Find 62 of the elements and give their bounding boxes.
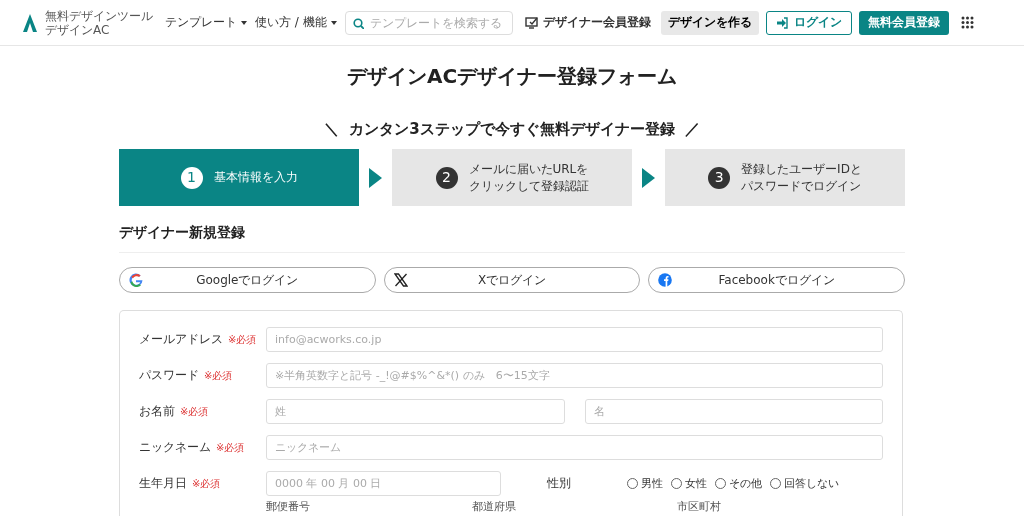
social-login-button[interactable]: Googleでログイン: [119, 267, 376, 293]
radio-label: 回答しない: [784, 476, 839, 491]
nav-menu[interactable]: テンプレート: [165, 14, 247, 31]
required-note: ※必須: [216, 440, 245, 455]
slash-mark: ＼: [324, 120, 340, 139]
date-field[interactable]: 0000 年 00 月 00 日: [266, 471, 501, 496]
radio-label: 女性: [685, 476, 707, 491]
step-text: 基本情報を入力: [213, 169, 298, 186]
step-text: パスワードでログイン: [741, 177, 862, 195]
page-title: デザインACデザイナー登録フォーム: [345, 63, 679, 90]
step-number: 1: [180, 166, 203, 189]
field-label: 市区町村: [677, 499, 723, 514]
step-text: クリックして登録認証: [468, 177, 589, 195]
radio-button[interactable]: [627, 478, 638, 489]
nav-menu[interactable]: 使い方 / 機能: [255, 14, 337, 31]
login-button[interactable]: ログイン: [765, 10, 852, 35]
x-logo-icon: [393, 273, 408, 287]
step-number: 3: [708, 166, 731, 189]
apps-grid-icon[interactable]: [960, 16, 974, 29]
tagline: カンタン3ステップで今すぐ無料デザイナー登録: [349, 120, 675, 139]
caret-icon: [241, 20, 247, 25]
logo-text: 無料デザインツール: [45, 8, 153, 23]
required-note: ※必須: [180, 404, 209, 419]
field-label: 性別: [547, 475, 571, 492]
input-field[interactable]: 姓: [266, 399, 565, 424]
google-icon: [129, 273, 143, 287]
social-login-button[interactable]: Facebookでログイン: [648, 267, 905, 293]
step-number: 2: [435, 166, 458, 189]
field-label: 郵便番号: [266, 499, 311, 514]
caret-icon: [330, 20, 337, 25]
field-label: お名前: [139, 403, 175, 420]
login-icon: [775, 16, 788, 29]
input-field[interactable]: ※半角英数字と記号 -_!@#$%^&*() のみ 6〜15文字: [266, 363, 883, 388]
step-text: 登録したユーザーIDと: [741, 160, 862, 178]
step-text: メールに届いたURLを: [468, 160, 589, 178]
social-login-button[interactable]: Xでログイン: [383, 267, 641, 293]
search-field[interactable]: テンプレートを検索する: [344, 10, 513, 35]
monitor-icon: [524, 16, 538, 29]
logo-text: デザインAC: [45, 22, 111, 37]
designer-register-link[interactable]: デザイナー会員登録: [524, 14, 651, 31]
input-field[interactable]: info@acworks.co.jp: [266, 327, 883, 352]
input-field[interactable]: ニックネーム: [266, 435, 883, 460]
logo-icon[interactable]: [22, 12, 38, 33]
slash-mark: ／: [684, 120, 700, 139]
field-label: ニックネーム: [139, 439, 211, 456]
radio-button[interactable]: [715, 478, 726, 489]
signup-button[interactable]: 無料会員登録: [858, 10, 949, 35]
radio-label: 男性: [641, 476, 663, 491]
radio-button[interactable]: [671, 478, 682, 489]
field-label: パスワード: [139, 367, 199, 384]
radio-button[interactable]: [770, 478, 781, 489]
create-design-button[interactable]: デザインを作る: [660, 10, 759, 35]
facebook-icon: [658, 273, 673, 287]
required-note: ※必須: [192, 476, 221, 491]
required-note: ※必須: [204, 368, 233, 383]
radio-label: その他: [729, 476, 762, 491]
required-note: ※必須: [228, 332, 257, 347]
section-title: デザイナー新規登録: [119, 224, 905, 253]
input-field[interactable]: 名: [584, 399, 883, 424]
field-label: 都道府県: [471, 499, 517, 514]
field-label: メールアドレス: [139, 331, 223, 348]
field-label: 生年月日: [139, 475, 187, 492]
